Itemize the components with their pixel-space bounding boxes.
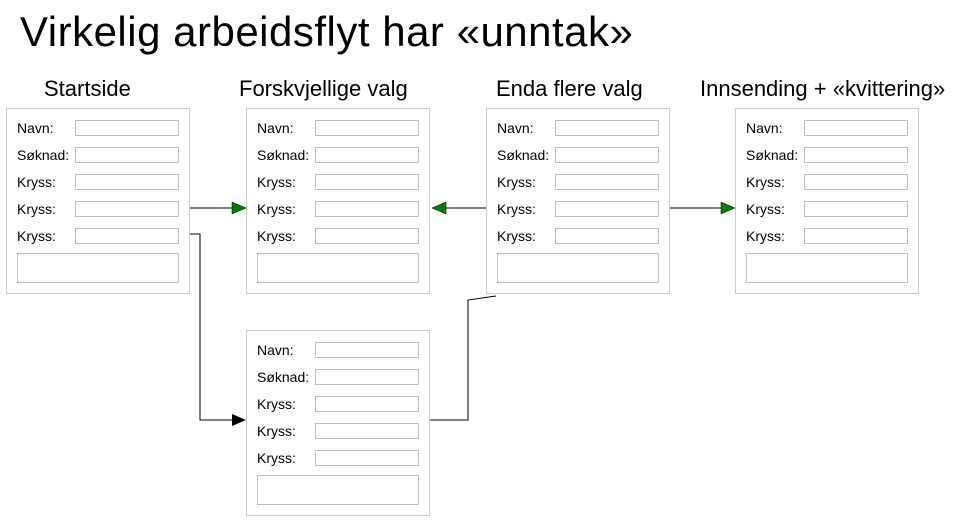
field-kryss[interactable] [315, 396, 419, 412]
label-kryss: Kryss: [17, 201, 75, 217]
field-navn[interactable] [804, 120, 908, 136]
label-kryss: Kryss: [257, 228, 315, 244]
card-flere: Navn: Søknad: Kryss: Kryss: Kryss: [486, 108, 670, 294]
field-kryss[interactable] [315, 423, 419, 439]
field-navn[interactable] [315, 120, 419, 136]
field-navn[interactable] [75, 120, 179, 136]
field-kryss[interactable] [315, 174, 419, 190]
card-unntak: Navn: Søknad: Kryss: Kryss: Kryss: [246, 330, 430, 516]
field-soknad[interactable] [555, 147, 659, 163]
label-navn: Navn: [17, 120, 75, 136]
label-soknad: Søknad: [257, 369, 315, 385]
field-large[interactable] [746, 253, 908, 283]
field-navn[interactable] [555, 120, 659, 136]
label-soknad: Søknad: [497, 147, 555, 163]
label-kryss: Kryss: [746, 174, 804, 190]
page-title: Virkelig arbeidsflyt har «unntak» [20, 8, 633, 56]
label-kryss: Kryss: [746, 201, 804, 217]
label-kryss: Kryss: [257, 450, 315, 466]
field-kryss[interactable] [804, 201, 908, 217]
field-soknad[interactable] [75, 147, 179, 163]
card-start: Navn: Søknad: Kryss: Kryss: Kryss: [6, 108, 190, 294]
label-soknad: Søknad: [746, 147, 804, 163]
column-header-forskjellige: Forskvjellige valg [239, 76, 408, 102]
label-kryss: Kryss: [257, 201, 315, 217]
label-soknad: Søknad: [257, 147, 315, 163]
field-large[interactable] [257, 475, 419, 505]
label-kryss: Kryss: [497, 228, 555, 244]
field-large[interactable] [17, 253, 179, 283]
column-header-innsending: Innsending + «kvittering» [700, 76, 945, 102]
label-kryss: Kryss: [257, 423, 315, 439]
field-soknad[interactable] [315, 147, 419, 163]
label-kryss: Kryss: [746, 228, 804, 244]
label-kryss: Kryss: [17, 174, 75, 190]
field-kryss[interactable] [75, 201, 179, 217]
field-kryss[interactable] [315, 228, 419, 244]
label-kryss: Kryss: [497, 201, 555, 217]
label-kryss: Kryss: [17, 228, 75, 244]
field-kryss[interactable] [555, 174, 659, 190]
field-kryss[interactable] [804, 174, 908, 190]
field-kryss[interactable] [555, 201, 659, 217]
field-kryss[interactable] [315, 201, 419, 217]
card-forskjellige: Navn: Søknad: Kryss: Kryss: Kryss: [246, 108, 430, 294]
field-kryss[interactable] [315, 450, 419, 466]
field-navn[interactable] [315, 342, 419, 358]
label-navn: Navn: [497, 120, 555, 136]
field-soknad[interactable] [315, 369, 419, 385]
label-kryss: Kryss: [497, 174, 555, 190]
field-kryss[interactable] [804, 228, 908, 244]
label-kryss: Kryss: [257, 174, 315, 190]
column-header-flere: Enda flere valg [496, 76, 643, 102]
card-innsending: Navn: Søknad: Kryss: Kryss: Kryss: [735, 108, 919, 294]
field-soknad[interactable] [804, 147, 908, 163]
field-kryss[interactable] [75, 228, 179, 244]
column-header-start: Startside [44, 76, 131, 102]
label-navn: Navn: [257, 342, 315, 358]
field-kryss[interactable] [555, 228, 659, 244]
label-kryss: Kryss: [257, 396, 315, 412]
field-large[interactable] [497, 253, 659, 283]
label-navn: Navn: [746, 120, 804, 136]
field-large[interactable] [257, 253, 419, 283]
field-kryss[interactable] [75, 174, 179, 190]
label-soknad: Søknad: [17, 147, 75, 163]
label-navn: Navn: [257, 120, 315, 136]
